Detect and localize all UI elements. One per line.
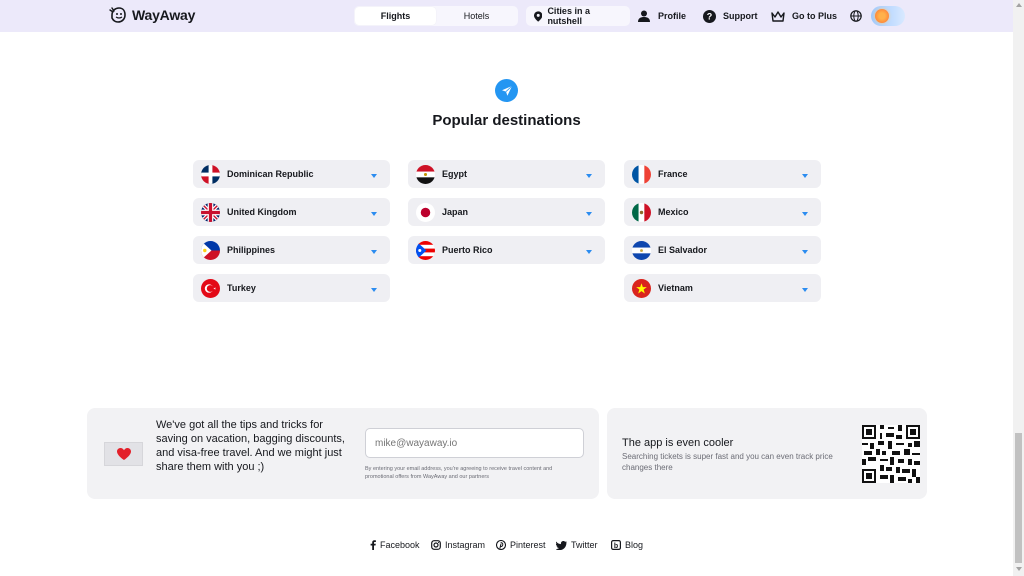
- destination-label: United Kingdom: [227, 207, 297, 217]
- turkey-flag-icon: [201, 278, 220, 298]
- svg-text:?: ?: [707, 11, 713, 21]
- pinterest-icon: [496, 540, 506, 550]
- vietnam-flag-icon: [632, 278, 651, 298]
- destination-label: Puerto Rico: [442, 245, 493, 255]
- logo-text: WayAway: [132, 7, 196, 23]
- go-to-plus-label: Go to Plus: [792, 11, 837, 21]
- footer-link-pinterest[interactable]: Pinterest: [496, 539, 546, 551]
- language-button[interactable]: [850, 6, 862, 26]
- pin-icon: [534, 10, 543, 22]
- scroll-thumb[interactable]: [1015, 433, 1022, 563]
- chevron-down-icon: [586, 174, 592, 178]
- destination-label: France: [658, 169, 688, 179]
- chevron-down-icon: [802, 212, 808, 216]
- chevron-down-icon: [802, 174, 808, 178]
- logo[interactable]: WayAway: [108, 5, 195, 25]
- mexico-flag-icon: [632, 202, 651, 222]
- facebook-icon: [370, 540, 376, 550]
- blog-icon: b: [611, 540, 621, 550]
- destination-vietnam[interactable]: Vietnam: [624, 274, 821, 302]
- profile-label: Profile: [658, 11, 687, 21]
- app-promo-subtitle: Searching tickets is super fast and you …: [622, 452, 833, 472]
- svg-text:b: b: [614, 543, 618, 550]
- pinterest-label: Pinterest: [510, 540, 546, 550]
- el-salvador-flag-icon: [632, 240, 651, 260]
- scrollbar[interactable]: [1013, 0, 1024, 576]
- destination-label: Japan: [442, 207, 469, 217]
- theme-toggle[interactable]: [871, 6, 905, 26]
- chevron-down-icon: [371, 288, 377, 292]
- cities-link[interactable]: Cities in a nutshell: [526, 6, 630, 26]
- footer-link-blog[interactable]: b Blog: [611, 539, 643, 551]
- newsletter-text: We've got all the tips and tricks for sa…: [156, 419, 345, 473]
- destination-el-salvador[interactable]: El Salvador: [624, 236, 821, 264]
- destination-label: Vietnam: [658, 283, 693, 293]
- chevron-down-icon: [802, 288, 808, 292]
- facebook-label: Facebook: [380, 540, 420, 550]
- japan-flag-icon: [416, 202, 435, 222]
- destination-label: Dominican Republic: [227, 169, 314, 179]
- philippines-flag-icon: [201, 240, 220, 260]
- destination-egypt[interactable]: Egypt: [408, 160, 605, 188]
- twitter-icon: [556, 540, 567, 550]
- newsletter-disclaimer: By entering your email address, you're a…: [365, 466, 553, 480]
- qr-code-icon[interactable]: [862, 425, 920, 483]
- cities-label: Cities in a nutshell: [547, 6, 590, 26]
- tab-hotels[interactable]: Hotels: [436, 7, 517, 25]
- egypt-flag-icon: [416, 164, 435, 184]
- destination-puerto-rico[interactable]: Puerto Rico: [408, 236, 605, 264]
- destination-label: Turkey: [227, 283, 256, 293]
- chevron-down-icon: [371, 250, 377, 254]
- chevron-down-icon: [586, 250, 592, 254]
- destination-philippines[interactable]: Philippines: [193, 236, 390, 264]
- profile-link[interactable]: Profile: [638, 6, 686, 26]
- destination-turkey[interactable]: Turkey: [193, 274, 390, 302]
- support-icon: ?: [703, 9, 716, 23]
- wayaway-logo-icon: [109, 7, 126, 23]
- chevron-down-icon: [371, 212, 377, 216]
- footer-link-twitter[interactable]: Twitter: [556, 539, 598, 551]
- blog-label: Blog: [625, 540, 644, 550]
- support-link[interactable]: ? Support: [703, 6, 758, 26]
- tab-flights[interactable]: Flights: [355, 7, 436, 25]
- puerto-rico-flag-icon: [416, 240, 435, 260]
- footer-link-instagram[interactable]: Instagram: [431, 539, 485, 551]
- email-field[interactable]: [365, 428, 584, 458]
- app-promo-title: The app is even cooler: [622, 437, 734, 449]
- destination-dominican-republic[interactable]: Dominican Republic: [193, 160, 390, 188]
- instagram-label: Instagram: [445, 540, 486, 550]
- instagram-icon: [431, 540, 441, 550]
- section-title: Popular destinations: [432, 112, 581, 129]
- envelope-heart-icon: [104, 442, 143, 466]
- scroll-up-arrow-icon[interactable]: [1016, 3, 1022, 7]
- support-label: Support: [723, 11, 758, 21]
- dominican-republic-flag-icon: [201, 164, 220, 184]
- chevron-down-icon: [802, 250, 808, 254]
- destination-france[interactable]: France: [624, 160, 821, 188]
- destination-label: Mexico: [658, 207, 689, 217]
- destination-mexico[interactable]: Mexico: [624, 198, 821, 226]
- crown-icon: [771, 10, 785, 22]
- footer-link-facebook[interactable]: Facebook: [370, 539, 420, 551]
- top-nav-bar: WayAway Flights Hotels Cities in a nutsh…: [0, 0, 1013, 32]
- go-to-plus-link[interactable]: Go to Plus: [771, 6, 837, 26]
- destination-japan[interactable]: Japan: [408, 198, 605, 226]
- globe-icon: [850, 10, 862, 22]
- destination-label: El Salvador: [658, 245, 708, 255]
- search-type-switch: Flights Hotels: [354, 6, 518, 26]
- profile-icon: [638, 10, 650, 22]
- chevron-down-icon: [371, 174, 377, 178]
- destination-united-kingdom[interactable]: United Kingdom: [193, 198, 390, 226]
- france-flag-icon: [632, 164, 651, 184]
- twitter-label: Twitter: [571, 540, 598, 550]
- destination-label: Philippines: [227, 245, 276, 255]
- destination-label: Egypt: [442, 169, 468, 179]
- send-icon: [495, 79, 518, 102]
- sun-icon: [875, 9, 889, 23]
- scroll-down-arrow-icon[interactable]: [1016, 567, 1022, 571]
- chevron-down-icon: [586, 212, 592, 216]
- united-kingdom-flag-icon: [201, 202, 220, 222]
